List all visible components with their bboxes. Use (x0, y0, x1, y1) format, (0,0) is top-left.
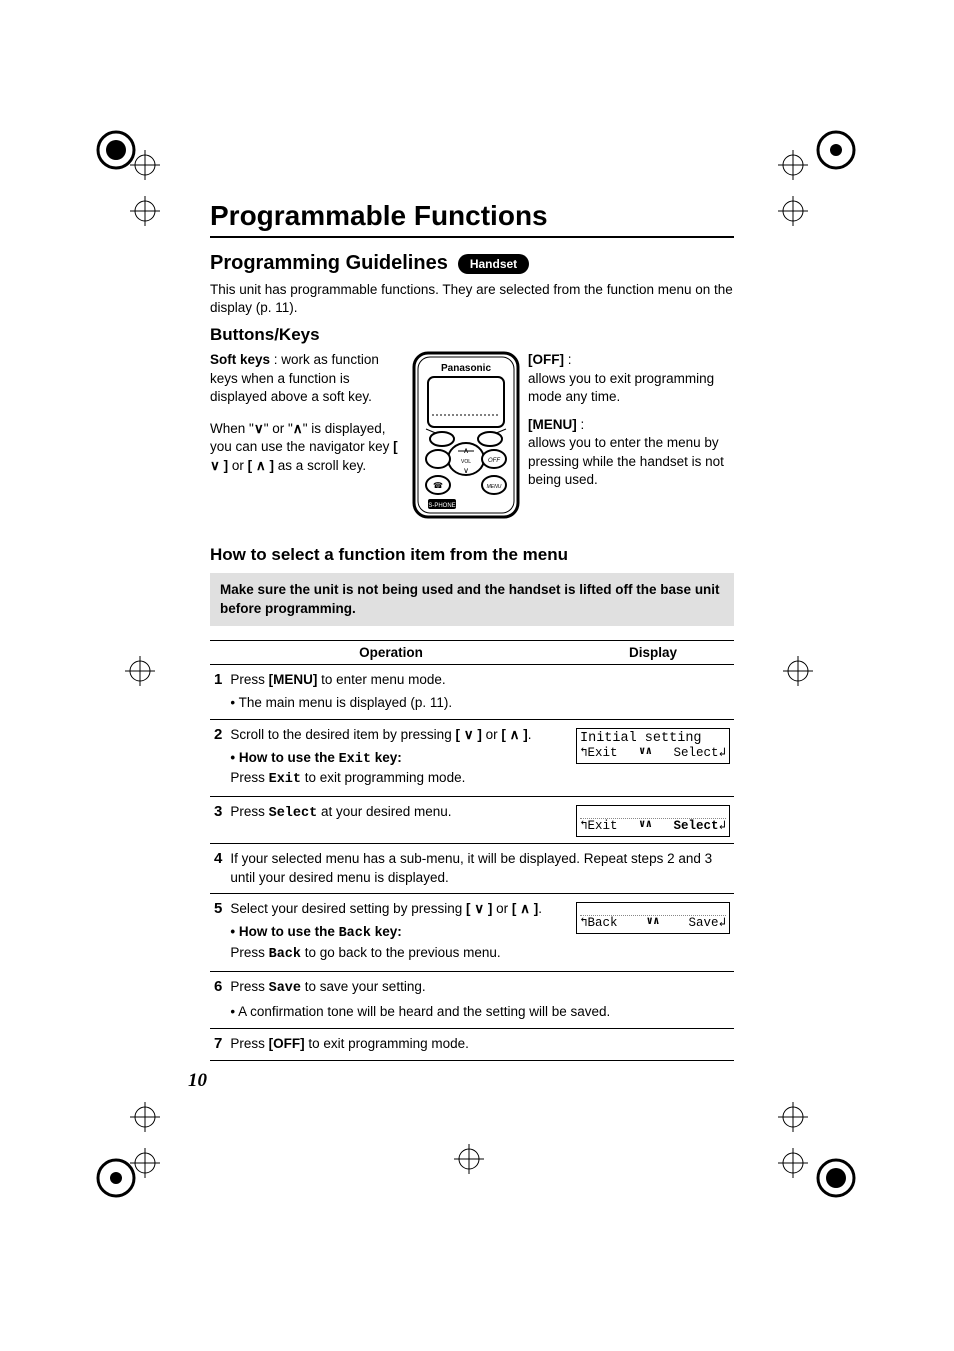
navigator-desc: When "∨" or "∧" is displayed, you can us… (210, 420, 404, 475)
cross-tr2 (778, 196, 808, 226)
softkeys-desc: Soft keys : work as function keys when a… (210, 351, 404, 406)
step-3-op: Press Select at your desired menu. (226, 797, 572, 843)
step-num: 5 (210, 894, 226, 972)
cross-bl (130, 1102, 160, 1132)
cross-tl2 (130, 196, 160, 226)
step-7-op: Press [OFF] to exit programming mode. (226, 1028, 734, 1060)
warning-box: Make sure the unit is not being used and… (210, 573, 734, 625)
step-row-7: 7 Press [OFF] to exit programming mode. (210, 1028, 734, 1060)
step-2-sub2: Press Exit to exit programming mode. (230, 769, 568, 790)
step-row-3: 3 Press Select at your desired menu. ↰Ex… (210, 797, 734, 843)
lcd-display: Initial setting ↰Exit ∨∧ Select↲ (576, 728, 730, 764)
step-num: 3 (210, 797, 226, 843)
step-2-sub1: • How to use the Exit key: (230, 749, 568, 770)
menu-label: [MENU] (528, 417, 577, 432)
vv-icon: ∨∧ (646, 916, 659, 930)
buttons-right-col: [OFF] : allows you to exit programming m… (528, 351, 734, 523)
step-5-op: Select your desired setting by pressing … (226, 894, 572, 972)
cross-tr (778, 150, 808, 180)
reg-dark-br (814, 1156, 858, 1200)
step-num: 1 (210, 664, 226, 719)
svg-text:∨: ∨ (463, 466, 469, 475)
handset-icon: Panasonic ∧ ∨ VOL OFF ☎ MENU (408, 351, 524, 519)
step-5-sub2: Press Back to go back to the previous me… (230, 944, 568, 965)
cross-ml (125, 656, 155, 686)
step-1-op: Press [MENU] to enter menu mode. • The m… (226, 664, 734, 719)
step-1-sub: • The main menu is displayed (p. 11). (230, 694, 730, 713)
page-number: 10 (188, 1070, 207, 1092)
svg-text:VOL: VOL (461, 459, 471, 465)
cross-br2 (778, 1148, 808, 1178)
step-2-display: Initial setting ↰Exit ∨∧ Select↲ (572, 719, 734, 797)
down-glyph: ∨ (254, 421, 264, 436)
step-3-display: ↰Exit ∨∧ Select↲ (572, 797, 734, 843)
cross-tl (130, 150, 160, 180)
step-5-display: ↰Back ∨∧ Save↲ (572, 894, 734, 972)
step-2-op: Scroll to the desired item by pressing [… (226, 719, 572, 797)
cross-mr (783, 656, 813, 686)
lcd-display: ↰Exit ∨∧ Select↲ (576, 805, 730, 836)
vv-icon: ∨∧ (639, 819, 652, 833)
step-num: 7 (210, 1028, 226, 1060)
cross-br (778, 1102, 808, 1132)
step-num: 2 (210, 719, 226, 797)
buttons-left-col: Soft keys : work as function keys when a… (210, 351, 404, 523)
howto-heading: How to select a function item from the m… (210, 545, 734, 565)
step-6-op: Press Save to save your setting. • A con… (226, 972, 734, 1029)
heading-2: Programming Guidelines (210, 252, 448, 275)
intro-text: This unit has programmable functions. Th… (210, 281, 734, 317)
cross-bc (454, 1144, 484, 1174)
svg-text:MENU: MENU (487, 484, 502, 490)
lcd-line2: ↰Exit ∨∧ Select↲ (580, 746, 726, 760)
handset-illustration: Panasonic ∧ ∨ VOL OFF ☎ MENU (408, 351, 524, 523)
off-text: allows you to exit programming mode any … (528, 371, 714, 404)
step-6-sub: • A confirmation tone will be heard and … (230, 1003, 730, 1022)
handset-pill: Handset (458, 254, 529, 274)
step-row-6: 6 Press Save to save your setting. • A c… (210, 972, 734, 1029)
heading-1: Programmable Functions (210, 200, 734, 238)
svg-text:∧: ∧ (463, 446, 469, 455)
lcd-display: ↰Back ∨∧ Save↲ (576, 902, 730, 933)
off-key-desc: [OFF] : allows you to exit programming m… (528, 351, 734, 406)
svg-text:☎: ☎ (433, 481, 443, 490)
vv-icon: ∨∧ (639, 746, 652, 760)
step-5-sub1: • How to use the Back key: (230, 923, 568, 944)
steps-table: Operation Display 1 Press [MENU] to ente… (210, 640, 734, 1061)
lcd-line2: ↰Exit ∨∧ Select↲ (580, 819, 726, 833)
th-display: Display (572, 640, 734, 664)
menu-text: allows you to enter the menu by pressing… (528, 435, 724, 486)
page-content: Programmable Functions Programming Guide… (210, 200, 734, 1061)
lcd-line1: Initial setting (580, 731, 726, 747)
step-row-1: 1 Press [MENU] to enter menu mode. • The… (210, 664, 734, 719)
th-operation: Operation (210, 640, 572, 664)
step-num: 6 (210, 972, 226, 1029)
handset-brand-label: Panasonic (441, 363, 491, 374)
lcd-line2: ↰Back ∨∧ Save↲ (580, 916, 726, 930)
step-num: 4 (210, 843, 226, 894)
lcd-blank (580, 808, 726, 819)
step-row-2: 2 Scroll to the desired item by pressing… (210, 719, 734, 797)
svg-text:S-PHONE: S-PHONE (428, 503, 455, 509)
menu-key-desc: [MENU] : allows you to enter the menu by… (528, 416, 734, 489)
off-label: [OFF] (528, 352, 564, 367)
cross-bl2 (130, 1148, 160, 1178)
lcd-blank (580, 905, 726, 916)
step-row-5: 5 Select your desired setting by pressin… (210, 894, 734, 972)
key-up: [ ∧ ] (248, 458, 274, 473)
step-4-op: If your selected menu has a sub-menu, it… (226, 843, 734, 894)
heading-2-row: Programming Guidelines Handset (210, 252, 734, 275)
up-glyph: ∧ (293, 421, 303, 436)
reg-dark-tr (814, 128, 858, 172)
step-row-4: 4 If your selected menu has a sub-menu, … (210, 843, 734, 894)
heading-3: Buttons/Keys (210, 325, 734, 345)
buttons-keys-area: Soft keys : work as function keys when a… (210, 351, 734, 523)
softkeys-label: Soft keys (210, 352, 270, 367)
svg-text:OFF: OFF (488, 458, 500, 464)
